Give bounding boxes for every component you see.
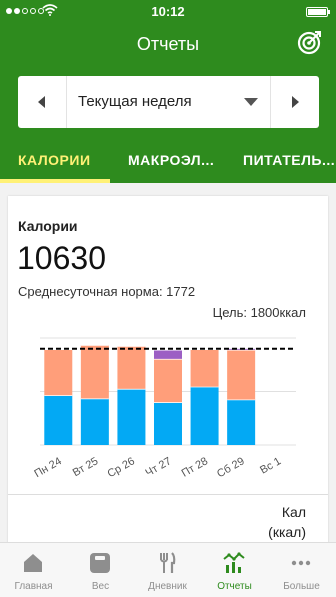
battery-icon <box>306 7 330 17</box>
next-week-button[interactable] <box>270 76 319 128</box>
divider <box>8 494 328 495</box>
x-tick-label: Чт 27 <box>144 455 174 479</box>
column-header-unit: (ккал) <box>268 524 306 540</box>
chevron-right-icon <box>292 96 299 108</box>
week-selector: Текущая неделя <box>18 76 319 128</box>
total-calories: 10630 <box>17 240 106 276</box>
tab-diary-label: Дневник <box>148 581 187 592</box>
tab-macros[interactable]: МАКРОЭЛ... <box>128 152 214 168</box>
chevron-left-icon <box>38 96 45 108</box>
daily-average: Среднесуточная норма: 1772 <box>18 284 196 299</box>
x-tick-label: Сб 29 <box>215 455 247 480</box>
bar-segment-bottom[interactable] <box>80 398 109 445</box>
column-header: Кал (ккал) <box>268 502 306 542</box>
home-icon <box>24 554 42 572</box>
bottom-tab-bar: Главная Вес Дневник Отчеты Больше <box>0 542 336 597</box>
x-tick-label: Пт 28 <box>180 455 210 480</box>
page-title: Отчеты <box>136 34 200 54</box>
bar-segment-middle[interactable] <box>80 344 109 399</box>
column-header-label: Кал <box>281 504 306 520</box>
app-header: 10:12 Отчеты Текущая неделя КАЛОРИИ МАКР… <box>0 0 336 183</box>
scale-icon <box>90 553 110 573</box>
bar-segment-middle[interactable] <box>154 358 182 403</box>
bar-segment-top[interactable] <box>154 349 182 359</box>
tab-calories[interactable]: КАЛОРИИ <box>18 152 91 168</box>
card-title: Калории <box>18 218 78 234</box>
bar-segment-middle[interactable] <box>227 349 256 400</box>
bar-segment-middle[interactable] <box>44 349 73 396</box>
status-bar: 10:12 <box>0 0 336 22</box>
chevron-down-icon[interactable] <box>244 98 258 106</box>
more-icon <box>291 560 311 566</box>
week-select[interactable]: Текущая неделя <box>78 93 192 110</box>
fork-knife-icon <box>160 552 176 573</box>
bar-segment-bottom[interactable] <box>227 399 256 445</box>
active-tab-indicator <box>0 179 110 183</box>
bar-segment-bottom[interactable] <box>117 388 146 445</box>
prev-week-button[interactable] <box>18 76 67 128</box>
reports-icon <box>223 552 245 573</box>
x-tick-label: Вт 25 <box>71 455 101 479</box>
bar-segment-bottom[interactable] <box>190 386 219 445</box>
x-tick-label: Ср 26 <box>106 455 137 480</box>
target-icon[interactable] <box>296 30 322 56</box>
tab-reports[interactable]: Отчеты <box>201 543 268 597</box>
tab-reports-label: Отчеты <box>217 581 252 592</box>
tab-home-label: Главная <box>14 581 53 592</box>
bar-segment-middle[interactable] <box>190 349 219 387</box>
x-tick-label: Пн 24 <box>32 455 63 480</box>
tab-weight-label: Вес <box>91 581 110 592</box>
calories-chart: Пн 24 Вт 25 Ср 26 Чт 27 Пт 28 Сб 29 Вс 1 <box>32 337 296 480</box>
tab-more[interactable]: Больше <box>268 543 335 597</box>
tab-weight[interactable]: Вес <box>67 543 134 597</box>
status-time: 10:12 <box>151 4 185 19</box>
bar-segment-bottom[interactable] <box>44 395 73 445</box>
bar-segment-middle[interactable] <box>117 346 146 389</box>
bar-segment-bottom[interactable] <box>154 402 182 445</box>
tab-more-label: Больше <box>283 581 320 592</box>
tab-home[interactable]: Главная <box>0 543 67 597</box>
goal-label: Цель: 1800ккал <box>212 305 306 320</box>
x-tick-label: Вс 1 <box>258 455 283 476</box>
tab-diary[interactable]: Дневник <box>134 543 201 597</box>
tab-nutrients[interactable]: ПИТАТЕЛЬ... <box>243 152 335 168</box>
